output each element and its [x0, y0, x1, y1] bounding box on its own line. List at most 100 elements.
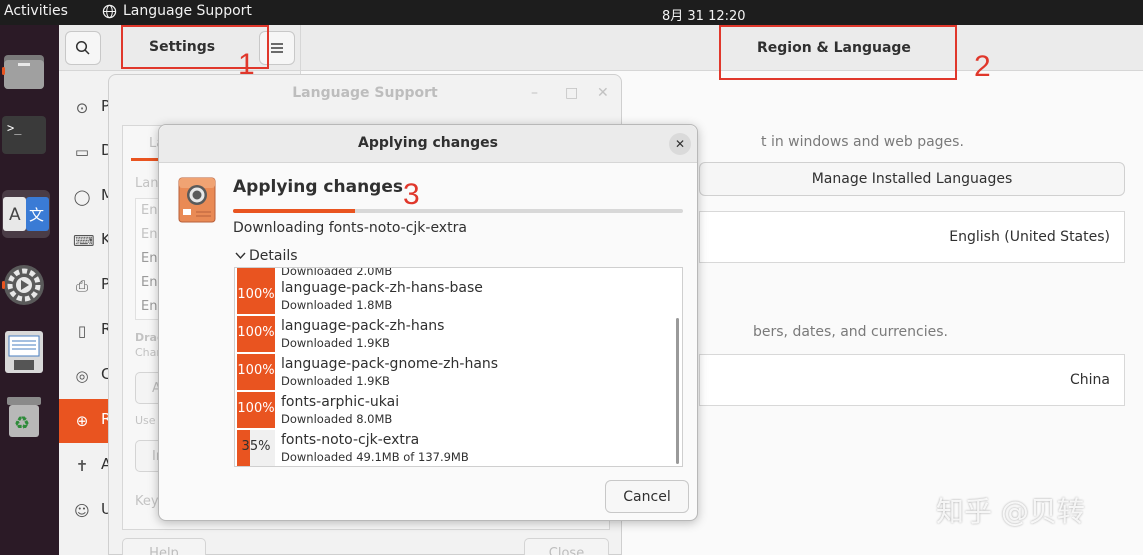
cancel-label: Cancel: [623, 488, 671, 505]
dock-language[interactable]: A文: [2, 190, 50, 238]
download-percent: 100%: [237, 401, 275, 416]
download-name: language-pack-zh-hans-base: [281, 280, 483, 296]
language-icon: A文: [3, 197, 49, 231]
download-percent-cell: 100%: [237, 354, 275, 390]
annotation-box-region-language: [719, 25, 957, 80]
app-menu[interactable]: Language Support: [102, 3, 252, 19]
trash-icon: ♻: [7, 397, 41, 437]
list-item: 35% fonts-noto-cjk-extra Downloaded 49.1…: [235, 430, 675, 466]
download-sub: Downloaded 1.8MB: [281, 298, 393, 312]
list-item: 100% language-pack-zh-hans-base Download…: [235, 278, 675, 316]
network-icon: ⊙: [75, 99, 89, 117]
download-name: language-pack-zh-hans: [281, 318, 445, 334]
download-percent-cell: 100%: [237, 316, 275, 352]
search-button[interactable]: [65, 31, 101, 65]
language-value: English (United States): [949, 229, 1110, 245]
accessibility-icon: ✝: [75, 457, 89, 475]
list-item: 100% language-pack-zh-hans Downloaded 1.…: [235, 316, 675, 354]
scrollbar[interactable]: [676, 318, 679, 464]
download-sub: Downloaded 1.9KB: [281, 336, 390, 350]
svg-text:文: 文: [29, 206, 44, 224]
dialog-close-button[interactable]: ✕: [669, 133, 691, 155]
manage-installed-languages-button[interactable]: Manage Installed Languages: [699, 162, 1125, 196]
help-button[interactable]: Help: [122, 538, 206, 555]
search-icon: [75, 40, 90, 55]
package-install-icon: [178, 177, 216, 223]
close-label: Close: [548, 546, 585, 555]
chevron-down-icon: [235, 252, 246, 260]
activities-button[interactable]: Activities: [4, 3, 68, 19]
download-sub: Downloaded 1.9KB: [281, 374, 390, 388]
download-status: Downloading fonts-noto-cjk-extra: [233, 220, 467, 236]
download-sub: Downloaded 8.0MB: [281, 412, 393, 426]
svg-text:A: A: [9, 205, 21, 225]
dock-files[interactable]: [0, 47, 48, 95]
download-percent: 35%: [241, 439, 271, 454]
download-details-list[interactable]: Downloaded 2.0MB 100% language-pack-zh-h…: [234, 267, 683, 467]
formats-row[interactable]: China: [699, 354, 1125, 406]
manage-installed-languages-label: Manage Installed Languages: [811, 171, 1013, 187]
formats-value: China: [1070, 372, 1110, 388]
mouse-icon: ◯: [73, 188, 91, 206]
annotation-number: 3: [403, 178, 420, 211]
download-percent-cell: 35%: [237, 430, 275, 466]
dialog-heading: Applying changes: [233, 177, 403, 197]
files-icon: [4, 55, 44, 89]
display-icon: ▭: [74, 143, 90, 161]
help-label: Help: [149, 546, 179, 555]
download-percent-cell: 100%: [237, 278, 275, 314]
language-support-title: Language Support: [292, 85, 438, 101]
running-indicator: [2, 67, 5, 75]
top-bar: Activities Language Support 8月 31 12:20: [0, 0, 1143, 25]
globe-icon: [102, 4, 117, 18]
overall-progress-bar: [233, 209, 683, 213]
annotation-number: 2: [974, 50, 991, 83]
dock: >_ A文 ♻: [0, 25, 59, 555]
cancel-button[interactable]: Cancel: [605, 480, 689, 513]
color-icon: ◎: [75, 367, 89, 385]
watermark: 知乎 @贝转: [936, 495, 1085, 528]
applying-changes-dialog: Applying changes ✕ Applying changes Down…: [158, 124, 698, 521]
language-row[interactable]: English (United States): [699, 211, 1125, 263]
dock-settings[interactable]: [0, 261, 48, 309]
list-item: 100% fonts-arphic-ukai Downloaded 8.0MB: [235, 392, 675, 430]
download-percent: 100%: [237, 325, 275, 340]
download-percent: 100%: [237, 363, 275, 378]
app-menu-label: Language Support: [123, 3, 252, 19]
details-expander[interactable]: Details: [235, 248, 298, 264]
dialog-title: Applying changes: [358, 135, 498, 151]
region-language-icon: ⊕: [75, 412, 89, 430]
terminal-icon: >_: [2, 116, 46, 154]
keyboard-icon: ⌨: [73, 232, 95, 250]
download-percent-cell: 100%: [237, 392, 275, 428]
keyboard-input-label: Key: [135, 494, 159, 509]
download-sub: Downloaded 2.0MB: [281, 267, 393, 278]
text-editor-icon: [5, 331, 43, 373]
hamburger-icon: [271, 43, 283, 53]
dialog-header: Applying changes ✕: [159, 125, 697, 163]
annotation-number: 1: [238, 48, 255, 81]
removable-media-icon: ▯: [77, 322, 87, 340]
svg-text:>_: >_: [7, 121, 22, 135]
dock-trash[interactable]: ♻: [0, 393, 48, 441]
minimize-icon[interactable]: –: [531, 85, 538, 101]
clock[interactable]: 8月 31 12:20: [662, 5, 746, 24]
download-percent: 100%: [237, 287, 275, 302]
dock-text-editor[interactable]: [0, 328, 48, 376]
details-label: Details: [249, 248, 298, 264]
overall-progress-fill: [233, 209, 355, 213]
list-item: 100% language-pack-gnome-zh-hans Downloa…: [235, 354, 675, 392]
close-icon[interactable]: ✕: [597, 85, 609, 101]
settings-icon: [4, 265, 44, 305]
download-name: fonts-noto-cjk-extra: [281, 432, 420, 448]
use-hint: Use: [135, 414, 156, 427]
close-button[interactable]: Close: [524, 538, 609, 555]
maximize-icon[interactable]: □: [565, 85, 578, 101]
formats-description: bers, dates, and currencies.: [753, 324, 948, 340]
download-name: fonts-arphic-ukai: [281, 394, 400, 410]
printer-icon: ⎙: [75, 277, 88, 295]
running-indicator: [2, 281, 5, 289]
language-description: t in windows and web pages.: [761, 134, 964, 150]
dock-terminal[interactable]: >_: [0, 111, 48, 159]
svg-text:♻: ♻: [14, 413, 30, 434]
